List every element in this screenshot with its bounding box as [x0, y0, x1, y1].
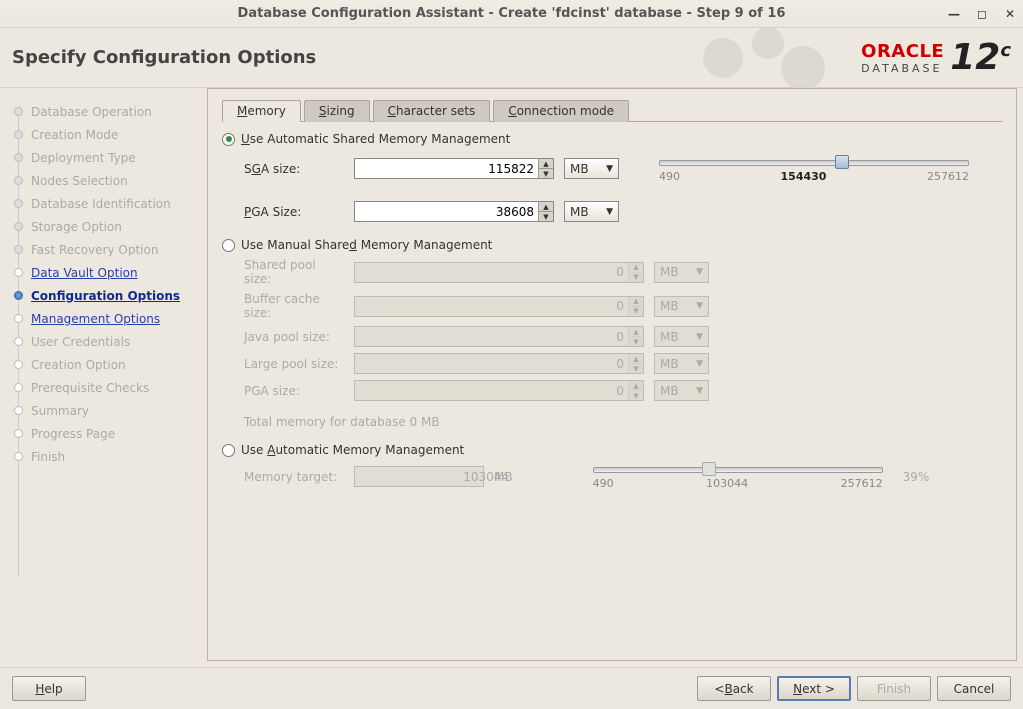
cancel-button[interactable]: Cancel: [937, 676, 1011, 701]
manual-input-0: ▲▼: [354, 262, 644, 283]
maximize-icon[interactable]: ◻: [975, 7, 989, 21]
radio-auto-memory[interactable]: Use Automatic Memory Management: [222, 443, 1002, 457]
window-title: Database Configuration Assistant - Creat…: [238, 6, 786, 21]
help-button[interactable]: Help: [12, 676, 86, 701]
sidebar-item-5: Storage Option: [14, 215, 205, 238]
radio-icon: [222, 239, 235, 252]
tab-connection-mode[interactable]: Connection mode: [493, 100, 629, 122]
sidebar-item-10: User Credentials: [14, 330, 205, 353]
sidebar-item-1: Creation Mode: [14, 123, 205, 146]
tab-character-sets[interactable]: Character sets: [373, 100, 491, 122]
spin-up-icon[interactable]: ▲: [539, 159, 553, 169]
memory-target-label: Memory target:: [244, 470, 344, 484]
manual-label-0: Shared pool size:: [244, 258, 344, 286]
chevron-down-icon: ▼: [606, 164, 613, 174]
brand-logo: ORACLE DATABASE 12c: [861, 37, 1011, 78]
target-slider: 490103044257612: [593, 463, 883, 490]
spin-down-icon[interactable]: ▼: [539, 169, 553, 178]
sga-label: SGA size:: [244, 162, 344, 176]
back-button[interactable]: < Back: [697, 676, 771, 701]
sidebar-item-15: Finish: [14, 445, 205, 468]
radio-manual-shared[interactable]: Use Manual Shared Memory Management: [222, 238, 1002, 252]
titlebar: Database Configuration Assistant - Creat…: [0, 0, 1023, 28]
manual-input-2: ▲▼: [354, 326, 644, 347]
sidebar-item-4: Database Identification: [14, 192, 205, 215]
spin-up-icon[interactable]: ▲: [539, 202, 553, 212]
manual-input-1: ▲▼: [354, 296, 644, 317]
manual-unit-2: MB▼: [654, 326, 709, 347]
sidebar-item-12: Prerequisite Checks: [14, 376, 205, 399]
sidebar: Database OperationCreation ModeDeploymen…: [0, 88, 205, 667]
content-panel: MemorySizingCharacter setsConnection mod…: [207, 88, 1017, 661]
sidebar-item-7[interactable]: Data Vault Option: [14, 261, 205, 284]
manual-input-4: ▲▼: [354, 380, 644, 401]
manual-unit-0: MB▼: [654, 262, 709, 283]
sidebar-item-13: Summary: [14, 399, 205, 422]
footer: Help < Back Next > Finish Cancel: [0, 667, 1023, 709]
next-button[interactable]: Next >: [777, 676, 851, 701]
manual-label-4: PGA size:: [244, 384, 344, 398]
manual-label-2: Java pool size:: [244, 330, 344, 344]
manual-unit-4: MB▼: [654, 380, 709, 401]
radio-icon: [222, 133, 235, 146]
manual-unit-3: MB▼: [654, 353, 709, 374]
radio-icon: [222, 444, 235, 457]
manual-input-3: ▲▼: [354, 353, 644, 374]
sidebar-item-3: Nodes Selection: [14, 169, 205, 192]
sga-unit[interactable]: MB▼: [564, 158, 619, 179]
sidebar-item-6: Fast Recovery Option: [14, 238, 205, 261]
page-title: Specify Configuration Options: [12, 47, 316, 68]
pga-unit[interactable]: MB▼: [564, 201, 619, 222]
sidebar-item-2: Deployment Type: [14, 146, 205, 169]
sidebar-item-14: Progress Page: [14, 422, 205, 445]
radio-auto-shared[interactable]: Use Automatic Shared Memory Management: [222, 132, 1002, 146]
sidebar-item-0: Database Operation: [14, 100, 205, 123]
finish-button: Finish: [857, 676, 931, 701]
sidebar-item-9[interactable]: Management Options: [14, 307, 205, 330]
manual-label-3: Large pool size:: [244, 357, 344, 371]
header: Specify Configuration Options ORACLE DAT…: [0, 28, 1023, 88]
pga-label: PGA Size:: [244, 205, 344, 219]
tab-memory[interactable]: Memory: [222, 100, 301, 122]
sidebar-item-8[interactable]: Configuration Options: [14, 284, 205, 307]
tab-sizing[interactable]: Sizing: [304, 100, 370, 122]
spin-down-icon[interactable]: ▼: [539, 212, 553, 221]
chevron-down-icon: ▼: [606, 207, 613, 217]
sga-input[interactable]: ▲▼: [354, 158, 554, 179]
memory-target-input: [354, 466, 484, 487]
tabs: MemorySizingCharacter setsConnection mod…: [222, 99, 1002, 122]
total-memory-label: Total memory for database 0 MB: [244, 407, 1002, 437]
sidebar-item-11: Creation Option: [14, 353, 205, 376]
gears-decoration: [693, 28, 843, 87]
pga-input[interactable]: ▲▼: [354, 201, 554, 222]
minimize-icon[interactable]: —: [947, 7, 961, 21]
manual-label-1: Buffer cache size:: [244, 292, 344, 320]
close-icon[interactable]: ✕: [1003, 7, 1017, 21]
manual-unit-1: MB▼: [654, 296, 709, 317]
memory-slider[interactable]: 490154430257612: [659, 156, 969, 183]
